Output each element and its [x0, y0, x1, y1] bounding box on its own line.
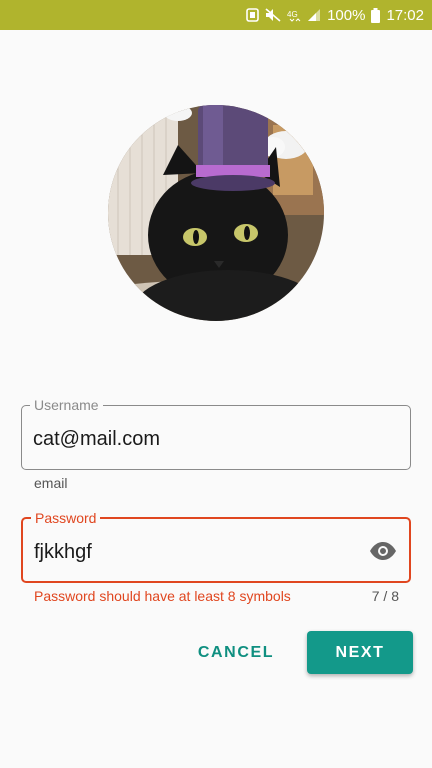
password-input[interactable]: fjkkhgf — [34, 541, 92, 564]
eye-icon[interactable] — [369, 541, 397, 561]
cat-avatar[interactable] — [108, 105, 324, 321]
cat-avatar-image — [108, 105, 324, 321]
username-helper-text: email — [34, 475, 68, 491]
password-label: Password — [31, 510, 101, 526]
cancel-button[interactable]: CANCEL — [184, 632, 288, 674]
signal-icon — [307, 8, 321, 22]
mute-icon — [265, 8, 281, 22]
battery-icon — [371, 7, 381, 23]
clock: 17:02 — [386, 6, 424, 24]
status-bar: 4G 100% 17:02 — [0, 0, 432, 30]
password-field[interactable]: Password fjkkhgf — [21, 510, 411, 583]
username-label: Username — [30, 397, 103, 413]
username-field[interactable]: Username cat@mail.com — [21, 397, 411, 470]
network-4g-icon: 4G — [287, 8, 301, 22]
username-input[interactable]: cat@mail.com — [33, 428, 160, 451]
next-button[interactable]: NEXT — [307, 631, 413, 674]
password-error-text: Password should have at least 8 symbols — [34, 588, 291, 604]
notification-icon — [246, 8, 259, 22]
password-char-counter: 7 / 8 — [371, 588, 399, 604]
battery-percent: 100% — [327, 6, 366, 24]
svg-text:4G: 4G — [287, 10, 298, 19]
